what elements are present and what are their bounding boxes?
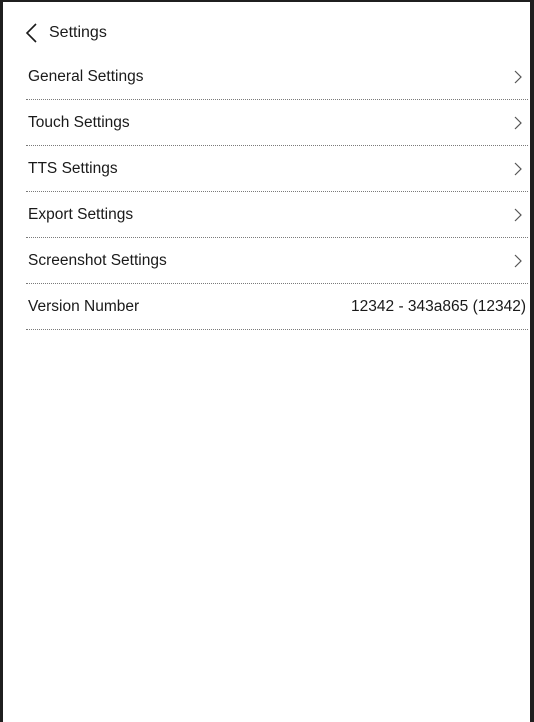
touch-settings-item[interactable]: Touch Settings — [26, 100, 528, 146]
header-back-button[interactable]: Settings — [24, 16, 107, 50]
version-number-item: Version Number 12342 - 343a865 (12342) — [26, 284, 528, 330]
chevron-right-icon — [513, 253, 523, 269]
touch-settings-label: Touch Settings — [28, 113, 130, 131]
page-title: Settings — [49, 24, 107, 41]
chevron-right-icon — [513, 161, 523, 177]
chevron-right-icon — [513, 207, 523, 223]
tts-settings-item[interactable]: TTS Settings — [26, 146, 528, 192]
export-settings-item[interactable]: Export Settings — [26, 192, 528, 238]
version-number-label: Version Number — [28, 297, 140, 315]
settings-menu: General Settings Touch Settings TTS Sett… — [26, 54, 528, 330]
general-settings-item[interactable]: General Settings — [26, 54, 528, 100]
general-settings-label: General Settings — [28, 67, 144, 85]
export-settings-label: Export Settings — [28, 205, 134, 223]
screen-frame: Settings General Settings Touch Settings… — [0, 0, 534, 722]
chevron-right-icon — [513, 115, 523, 131]
chevron-right-icon — [513, 69, 523, 85]
screenshot-settings-item[interactable]: Screenshot Settings — [26, 238, 528, 284]
chevron-left-icon[interactable] — [24, 22, 40, 44]
tts-settings-label: TTS Settings — [28, 159, 118, 177]
version-number-value: 12342 - 343a865 (12342) — [351, 297, 526, 315]
screenshot-settings-label: Screenshot Settings — [28, 251, 167, 269]
